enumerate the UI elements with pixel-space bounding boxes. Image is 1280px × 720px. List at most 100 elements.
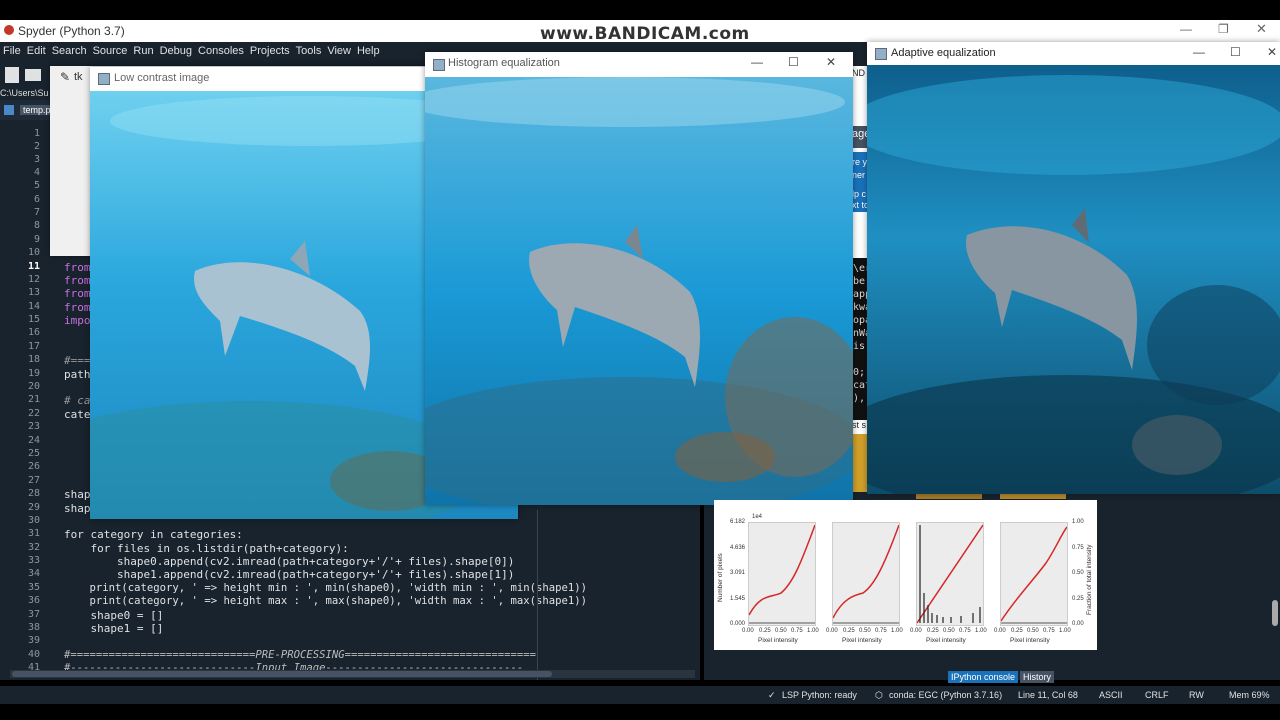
line-number: 37 [27, 609, 40, 620]
open-folder-icon[interactable] [25, 69, 41, 81]
histogram-subplot-4 [1000, 522, 1068, 626]
tab-history[interactable]: History [1020, 671, 1055, 683]
menu-view[interactable]: View [324, 42, 354, 60]
x-tick: 0.75 [959, 628, 971, 634]
opencv-window-icon [433, 59, 445, 71]
eol-status: CRLF [1145, 690, 1169, 700]
code-line: for files in os.listdir(path+category): [64, 542, 349, 555]
x-tick: 0.50 [1027, 628, 1039, 634]
restore-icon[interactable]: ❐ [1218, 22, 1229, 36]
close-icon[interactable]: ✕ [1256, 21, 1267, 37]
maximize-icon[interactable]: ☐ [1230, 45, 1241, 59]
current-line-number: 11 [27, 261, 40, 272]
code-line: shape0 = [] [64, 609, 164, 622]
line-number: 17 [27, 341, 40, 352]
x-tick: 0.00 [994, 628, 1006, 634]
menu-debug[interactable]: Debug [157, 42, 195, 60]
line-number: 22 [27, 408, 40, 419]
python-file-icon [4, 105, 14, 115]
status-bar: ✓ LSP Python: ready ⬡ conda: EGC (Python… [0, 686, 1280, 704]
line-number: 1 [33, 128, 40, 139]
x-tick: 0.25 [759, 628, 771, 634]
thumbnail-strip [852, 434, 868, 492]
line-number: 38 [27, 622, 40, 633]
x-tick: 0.50 [859, 628, 871, 634]
code-fragment: # ca [64, 394, 91, 407]
line-number: 27 [27, 475, 40, 486]
close-icon[interactable]: ✕ [1267, 45, 1277, 59]
y-tick: 0.000 [730, 621, 746, 627]
x-tick: 0.75 [1043, 628, 1055, 634]
adaptive-equalization-window[interactable]: Adaptive equalization — ☐ ✕ [867, 42, 1280, 494]
menu-edit[interactable]: Edit [24, 42, 49, 60]
adaptive-equalized-image [867, 65, 1280, 494]
lsp-status: LSP Python: ready [782, 690, 857, 700]
plots-scrollbar[interactable] [1272, 600, 1278, 626]
hist-eq-title-bar[interactable]: Histogram equalization — ☐ ✕ [425, 52, 853, 77]
line-number: 39 [27, 635, 40, 646]
rw-status: RW [1189, 690, 1204, 700]
menu-help[interactable]: Help [354, 42, 383, 60]
histogram-plot-panel: 1e4 6.182 4.636 3.091 1.545 0.000 Number… [714, 500, 1097, 650]
right-axis-label: Fraction of total intensity [1086, 544, 1093, 615]
y-tick: 1.545 [730, 596, 746, 602]
x-tick: 1.00 [807, 628, 819, 634]
conda-icon: ⬡ [875, 690, 883, 700]
lsp-icon: ✓ [768, 690, 776, 700]
tab-ipython-console[interactable]: IPython console [948, 671, 1019, 683]
line-number: 2 [33, 141, 40, 152]
line-number: 10 [27, 247, 40, 258]
spyder-logo-icon [4, 25, 14, 35]
scrollbar-thumb[interactable] [12, 671, 552, 677]
menu-source[interactable]: Source [90, 42, 131, 60]
file-tab[interactable]: temp.p [20, 105, 54, 115]
histogram-subplot-1 [748, 522, 816, 626]
right-fragment: re y [852, 157, 868, 167]
maximize-icon[interactable]: ☐ [788, 55, 799, 69]
menu-file[interactable]: File [0, 42, 24, 60]
new-file-icon[interactable] [5, 67, 19, 83]
code-fragment: from [64, 261, 91, 274]
line-number: 5 [33, 180, 40, 191]
code-line: print(category, ' => height min : ', min… [64, 582, 588, 594]
line-number: 18 [27, 354, 40, 365]
code-line: #=============================PRE-PROCES… [64, 649, 536, 661]
line-number: 32 [27, 542, 40, 553]
low-contrast-title: Low contrast image [114, 72, 210, 84]
menu-search[interactable]: Search [49, 42, 90, 60]
menu-consoles[interactable]: Consoles [195, 42, 247, 60]
line-number: 26 [27, 461, 40, 472]
x-tick: 0.00 [826, 628, 838, 634]
x-axis-label: Pixel intensity [758, 637, 798, 644]
encoding-status: ASCII [1099, 690, 1123, 700]
editor-horizontal-scrollbar[interactable] [10, 670, 695, 678]
x-tick: 0.25 [843, 628, 855, 634]
x-tick: 0.50 [775, 628, 787, 634]
minimize-icon[interactable]: — [751, 55, 763, 69]
close-icon[interactable]: ✕ [826, 55, 836, 69]
line-number: 14 [27, 301, 40, 312]
edge-line [537, 510, 538, 680]
minimize-icon[interactable]: — [1193, 45, 1205, 59]
minimize-icon[interactable]: — [1180, 22, 1192, 36]
adaptive-title-bar[interactable]: Adaptive equalization — ☐ ✕ [867, 42, 1280, 65]
y-exponent: 1e4 [752, 514, 763, 520]
menu-projects[interactable]: Projects [247, 42, 293, 60]
x-axis-label: Pixel intensity [842, 637, 882, 644]
memory-status: Mem 69% [1229, 690, 1270, 700]
histogram-equalization-window[interactable]: Histogram equalization — ☐ ✕ [425, 52, 853, 505]
line-number: 31 [27, 528, 40, 539]
console-tabs: IPython console History [948, 671, 1055, 685]
code-line: print(category, ' => height max : ', max… [64, 595, 588, 607]
menu-run[interactable]: Run [130, 42, 156, 60]
x-tick: 1.00 [1059, 628, 1071, 634]
code-fragment: from [64, 274, 91, 287]
line-number: 3 [33, 154, 40, 165]
x-tick: 0.25 [927, 628, 939, 634]
x-axis-label: Pixel intensity [926, 637, 966, 644]
histogram-subplot-3 [916, 522, 984, 626]
y-tick: 4.636 [730, 545, 746, 551]
code-line: shape0.append(cv2.imread(path+category+'… [64, 555, 515, 568]
menu-tools[interactable]: Tools [293, 42, 325, 60]
x-tick: 0.25 [1011, 628, 1023, 634]
